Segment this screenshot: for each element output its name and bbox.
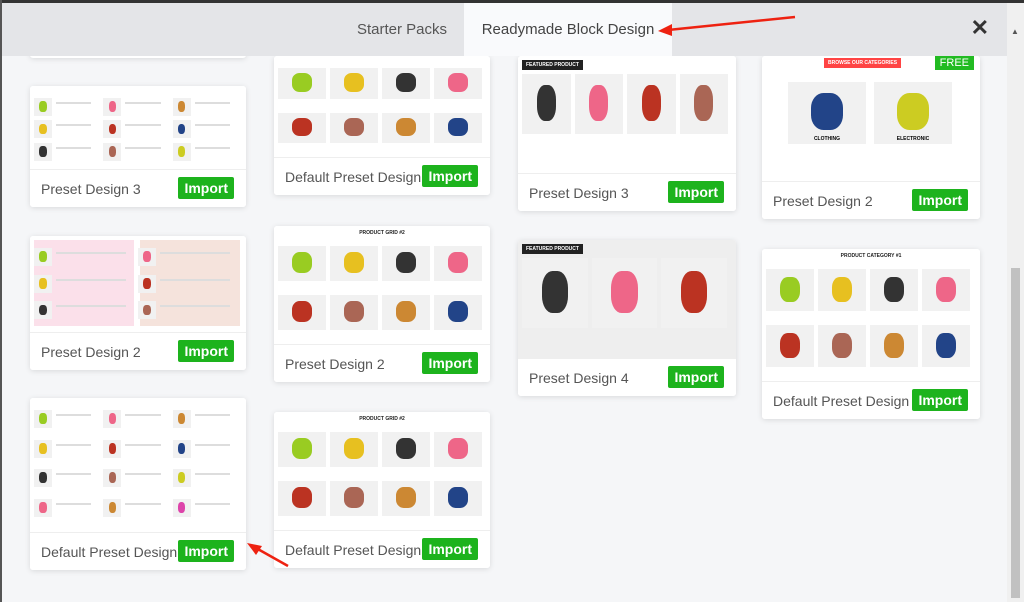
- arrow-head-tab: [658, 24, 672, 36]
- arrow-to-tab: [667, 15, 796, 32]
- arrow-head-import: [247, 543, 262, 555]
- arrow-to-import: [255, 546, 289, 568]
- annotation-arrows: [247, 15, 796, 568]
